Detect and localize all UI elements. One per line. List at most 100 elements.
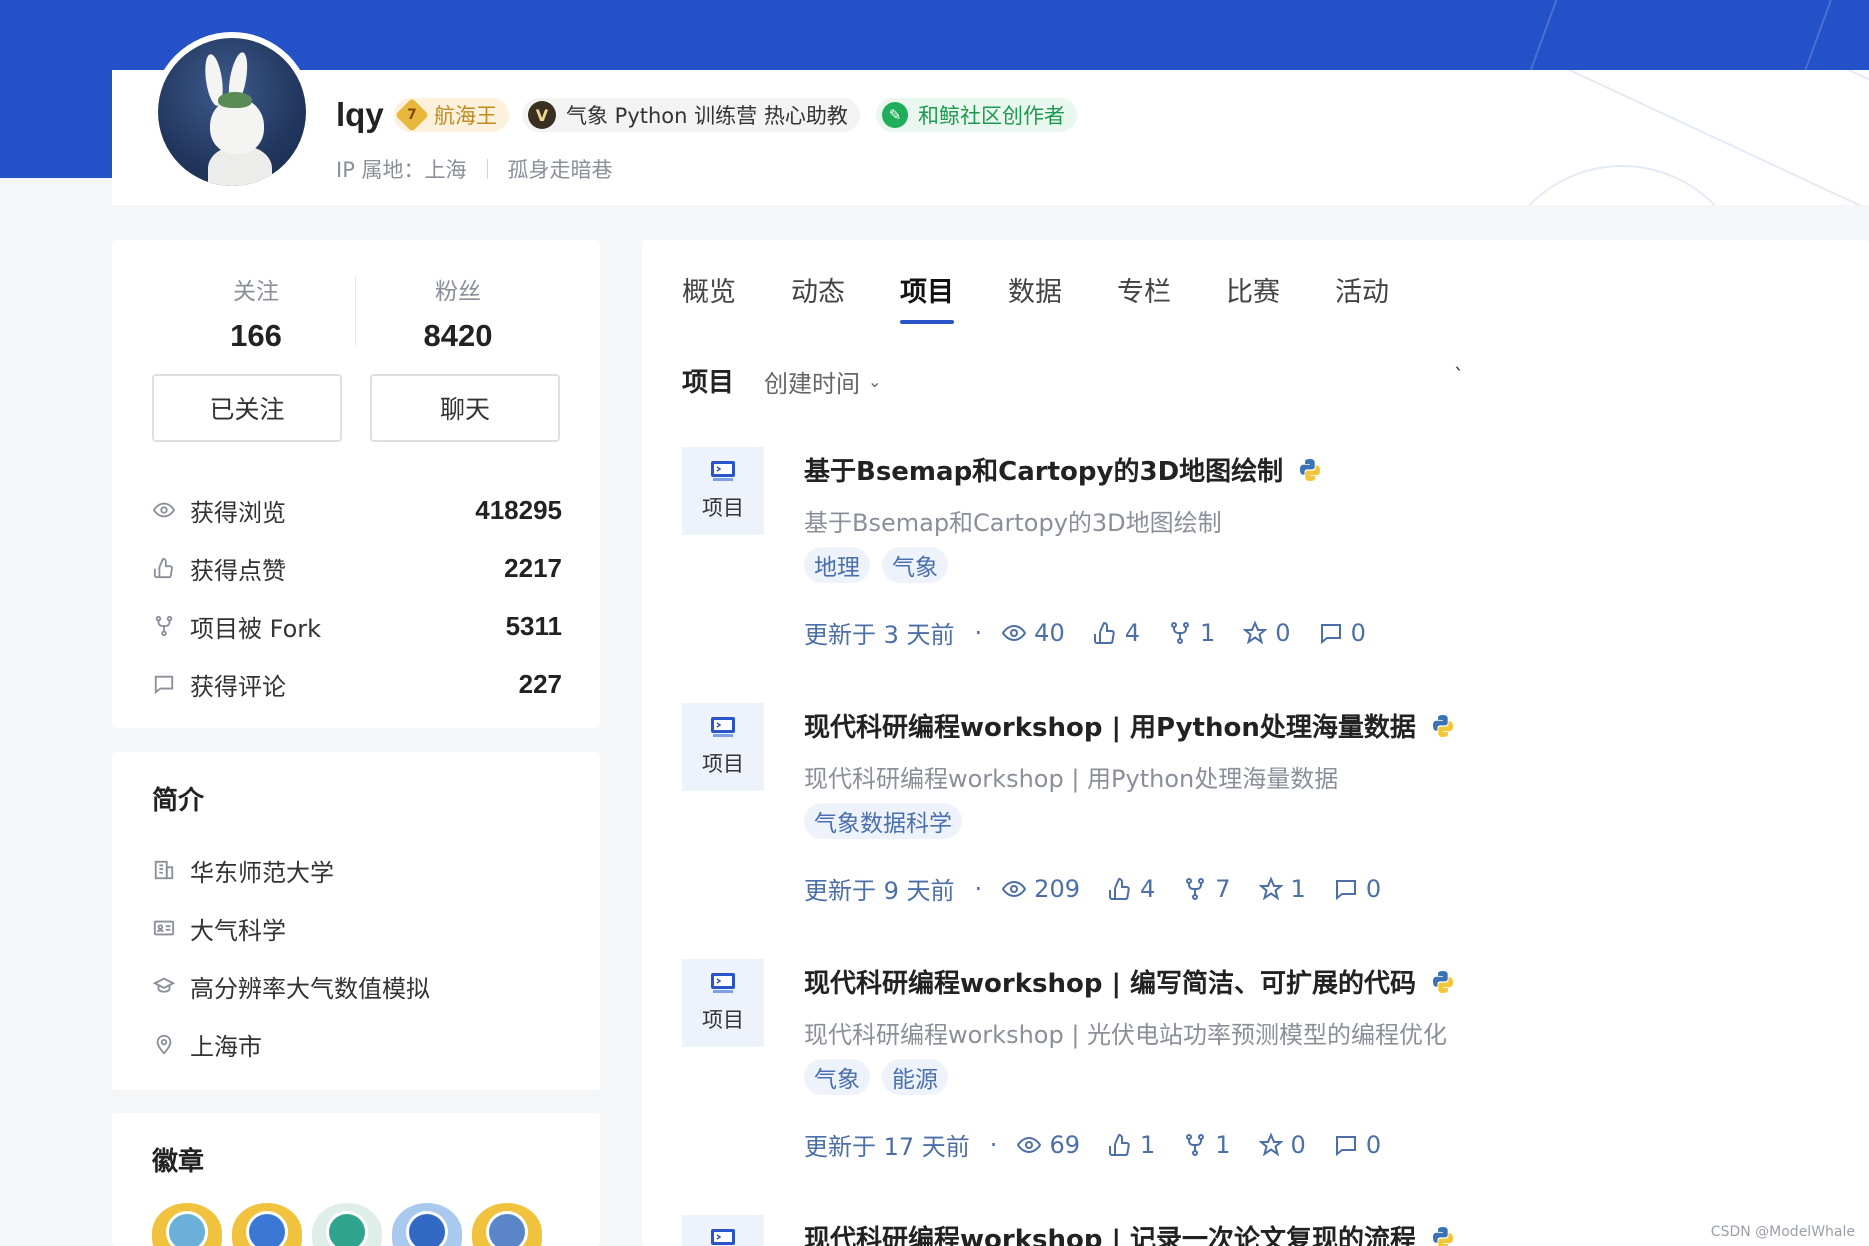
tag[interactable]: 气象数据科学 — [804, 803, 962, 839]
project-item[interactable]: 项目 基于Bsemap和Cartopy的3D地图绘制 基于Bsemap和Cart… — [682, 447, 1832, 677]
project-item[interactable]: 项目 现代科研编程workshop | 记录一次论文复现的流程 — [682, 1215, 1832, 1246]
sort-dropdown[interactable]: 创建时间 ⌄ — [764, 364, 881, 399]
stars-count[interactable]: 0 — [1258, 1131, 1306, 1159]
project-title[interactable]: 基于Bsemap和Cartopy的3D地图绘制 — [804, 451, 1323, 488]
separator-dot: · — [974, 874, 983, 903]
medal-badge[interactable] — [152, 1199, 222, 1246]
eye-icon — [1002, 624, 1027, 641]
eye-icon — [1017, 1136, 1042, 1153]
stat-views: 获得浏览 418295 — [152, 490, 562, 530]
terminal-icon — [711, 461, 735, 481]
medal-badge[interactable] — [472, 1199, 542, 1246]
medal-badge[interactable] — [392, 1199, 462, 1246]
views-count: 40 — [1002, 619, 1065, 647]
thumbs-up-icon — [152, 556, 176, 580]
following-stat[interactable]: 关注 166 — [156, 272, 356, 354]
project-tags: 气象 能源 — [804, 1059, 960, 1095]
followed-button[interactable]: 已关注 — [152, 374, 342, 442]
tag[interactable]: 气象 — [882, 547, 948, 583]
stray-mark: ` — [1454, 364, 1464, 388]
avatar[interactable] — [152, 32, 312, 192]
tab-columns[interactable]: 专栏 — [1117, 270, 1171, 309]
star-icon — [1258, 876, 1283, 900]
profile-header-card — [112, 70, 1869, 205]
comments-count[interactable]: 0 — [1319, 619, 1366, 647]
tag[interactable]: 地理 — [804, 547, 870, 583]
tab-data[interactable]: 数据 — [1008, 270, 1062, 309]
user-name: lqy — [336, 96, 384, 133]
medal-badge[interactable] — [232, 1199, 302, 1246]
watermark: CSDN @ModelWhale — [1710, 1224, 1855, 1240]
stars-count[interactable]: 0 — [1243, 619, 1291, 647]
following-count: 166 — [230, 318, 282, 353]
comments-count[interactable]: 0 — [1334, 875, 1381, 903]
forks-count[interactable]: 1 — [1168, 619, 1215, 647]
thumbnail-label: 项目 — [702, 752, 744, 776]
project-meta: 更新于 9 天前 · 209 4 7 1 0 — [804, 871, 1409, 906]
medals-title: 徽章 — [152, 1147, 205, 1177]
project-thumbnail[interactable]: 项目 — [682, 703, 764, 791]
likes-count[interactable]: 4 — [1108, 875, 1155, 903]
followers-stat[interactable]: 粉丝 8420 — [358, 272, 558, 354]
stat-label: 项目被 Fork — [190, 614, 322, 643]
stats-card: 关注 166 粉丝 8420 已关注 聊天 获得浏览 418295 获得点赞 2… — [112, 240, 600, 728]
separator-dot: · — [974, 618, 983, 647]
project-meta: 更新于 17 天前 · 69 1 1 0 0 — [804, 1127, 1409, 1162]
forks-count[interactable]: 7 — [1183, 875, 1231, 903]
intro-text: 上海市 — [190, 1032, 262, 1061]
rabbit-avatar-image — [158, 38, 306, 186]
id-card-icon — [152, 916, 176, 940]
forks-count[interactable]: 1 — [1183, 1131, 1231, 1159]
project-item[interactable]: 项目 现代科研编程workshop | 用Python处理海量数据 现代科研编程… — [682, 703, 1832, 933]
stars-count[interactable]: 1 — [1258, 875, 1306, 903]
tab-competitions[interactable]: 比赛 — [1226, 270, 1280, 309]
python-icon — [1432, 714, 1453, 737]
project-title[interactable]: 现代科研编程workshop | 记录一次论文复现的流程 — [804, 1219, 1456, 1246]
v-badge-icon: V — [528, 101, 556, 129]
likes-count[interactable]: 4 — [1093, 619, 1140, 647]
project-title[interactable]: 现代科研编程workshop | 编写简洁、可扩展的代码 — [804, 963, 1456, 1000]
comments-count[interactable]: 0 — [1334, 1131, 1381, 1159]
chevron-down-icon: ⌄ — [868, 372, 882, 391]
star-icon — [1243, 620, 1268, 644]
stat-comments: 获得评论 227 — [152, 664, 562, 704]
intro-card: 简介 华东师范大学 大气科学 高分辨率大气数值模拟 上海市 — [112, 752, 600, 1090]
likes-count[interactable]: 1 — [1108, 1131, 1155, 1159]
divider — [355, 276, 356, 346]
views-count: 69 — [1017, 1131, 1080, 1159]
intro-text: 高分辨率大气数值模拟 — [190, 974, 430, 1003]
terminal-icon — [711, 1229, 735, 1245]
creator-badge[interactable]: ✎ 和鲸社区创作者 — [876, 98, 1077, 132]
project-meta: 更新于 3 天前 · 40 4 1 0 0 — [804, 615, 1394, 650]
thumbs-up-icon — [1108, 877, 1130, 900]
intro-major: 大气科学 — [152, 908, 286, 948]
following-label: 关注 — [233, 279, 279, 305]
level-badge[interactable]: 7 航海王 — [394, 98, 509, 132]
tab-overview[interactable]: 概览 — [682, 270, 736, 309]
stat-value: 227 — [518, 668, 562, 699]
updated-time: 更新于 9 天前 — [804, 877, 955, 905]
medal-badge[interactable] — [312, 1199, 382, 1246]
tab-activity[interactable]: 动态 — [791, 270, 845, 309]
thumbs-up-icon — [1093, 621, 1115, 644]
project-description: 基于Bsemap和Cartopy的3D地图绘制 — [804, 509, 1222, 537]
project-thumbnail[interactable]: 项目 — [682, 959, 764, 1047]
tag[interactable]: 能源 — [882, 1059, 948, 1095]
thumbnail-label: 项目 — [702, 1008, 744, 1032]
project-item[interactable]: 项目 现代科研编程workshop | 编写简洁、可扩展的代码 现代科研编程wo… — [682, 959, 1832, 1189]
tag[interactable]: 气象 — [804, 1059, 870, 1095]
project-title-text: 现代科研编程workshop | 记录一次论文复现的流程 — [804, 1225, 1417, 1246]
project-thumbnail[interactable]: 项目 — [682, 1215, 764, 1246]
project-thumbnail[interactable]: 项目 — [682, 447, 764, 535]
project-title[interactable]: 现代科研编程workshop | 用Python处理海量数据 — [804, 707, 1456, 744]
stat-value: 418295 — [475, 494, 562, 525]
tab-events[interactable]: 活动 — [1335, 270, 1389, 309]
chat-button[interactable]: 聊天 — [370, 374, 560, 442]
sort-value: 创建时间 — [764, 370, 860, 398]
profile-subline: IP 属地：上海 孤身走暗巷 — [336, 154, 613, 184]
eye-icon — [152, 498, 176, 522]
tab-projects[interactable]: 项目 — [900, 270, 954, 309]
updated-time: 更新于 17 天前 — [804, 1133, 970, 1161]
location-pin-icon — [152, 1032, 176, 1056]
assistant-badge[interactable]: V 气象 Python 训练营 热心助教 — [522, 98, 860, 132]
